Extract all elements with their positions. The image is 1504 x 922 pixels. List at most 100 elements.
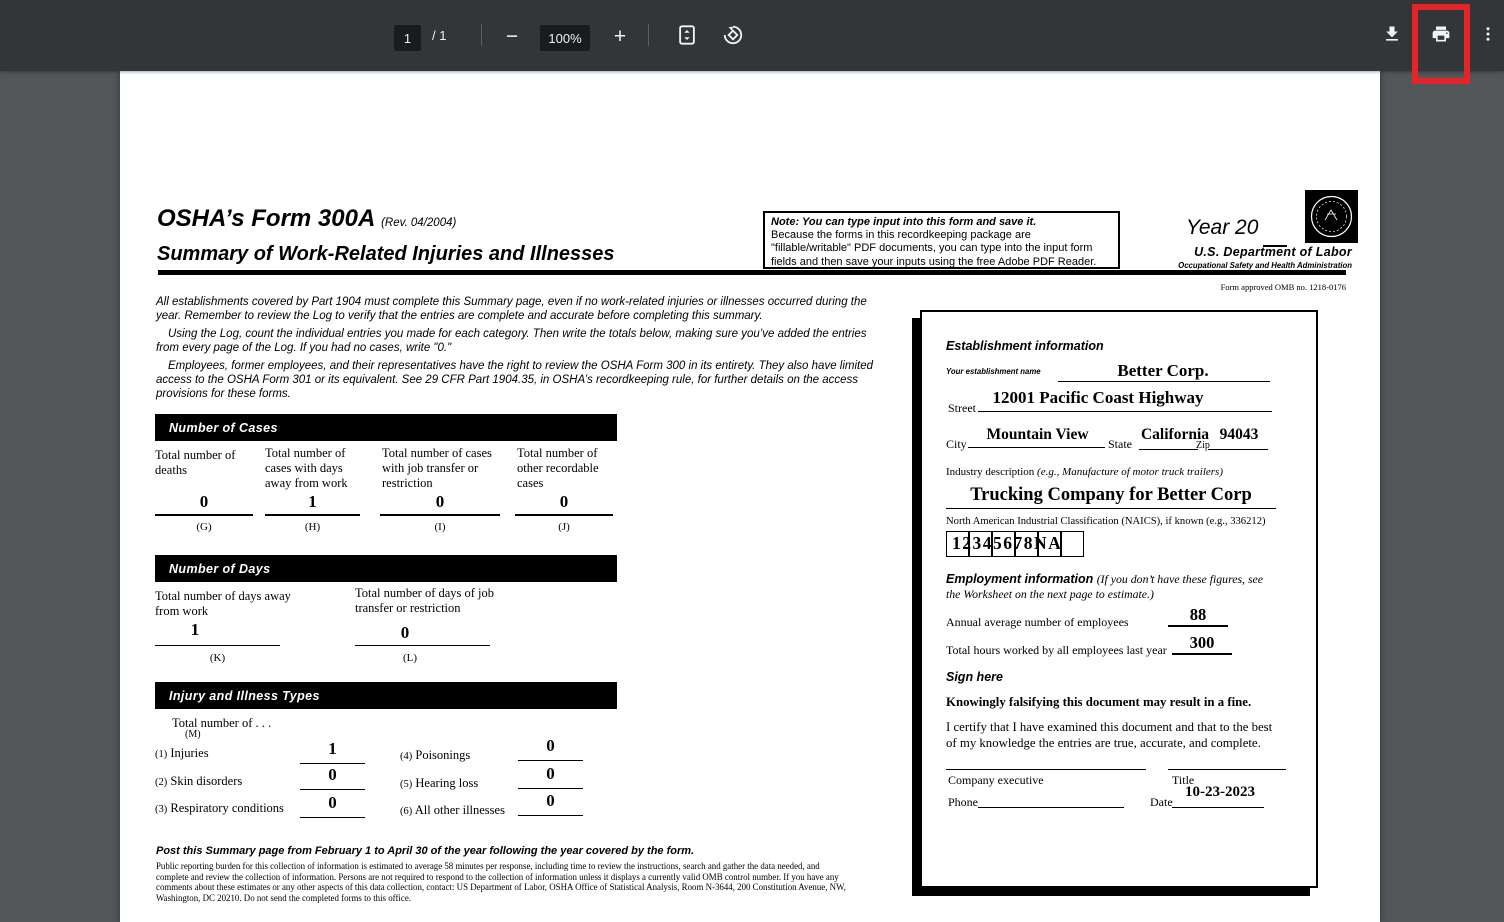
field-underline (978, 396, 1272, 412)
city-label: City (946, 437, 967, 452)
zoom-in-button[interactable]: + (606, 22, 634, 50)
days-code-K: (K) (155, 652, 280, 664)
field-underline (968, 432, 1105, 448)
cases-col-label: Total number of deaths (155, 448, 255, 478)
days-underline (155, 631, 280, 646)
pdf-viewer-window: 1 / 1 − 100% + (0, 0, 1504, 922)
industry-label: Industry description (e.g., Manufacture … (946, 466, 1223, 478)
sign-here-header: Sign here (946, 670, 1003, 684)
form-title-text: OSHA’s Form 300A (157, 205, 374, 232)
plus-icon: + (614, 26, 626, 47)
cases-underline (380, 501, 500, 516)
type-item-num: (2) (155, 777, 167, 788)
days-col-label: Total number of days away from work (155, 589, 295, 619)
cases-code-I: (I) (380, 521, 500, 533)
type-item-num: (3) (155, 804, 167, 815)
zoom-out-button[interactable]: − (498, 22, 526, 50)
pdf-toolbar: 1 / 1 − 100% + (0, 0, 1504, 71)
type-item-num: (1) (155, 749, 167, 760)
establishment-name-label: Your establishment name (946, 367, 1041, 376)
employment-header: Employment information (If you don’t hav… (946, 572, 1270, 602)
industry-label-text: Industry description (946, 466, 1037, 478)
type-item-label: (6) All other illnesses (400, 803, 505, 819)
print-button-highlight-box (1412, 4, 1470, 84)
date-line (1172, 793, 1264, 808)
date-label: Date (1150, 795, 1173, 810)
field-underline (1168, 612, 1228, 627)
days-underline (355, 631, 490, 646)
state-label: State (1108, 437, 1132, 452)
fit-page-button[interactable] (672, 22, 702, 50)
phone-line[interactable] (978, 793, 1124, 808)
cases-col-label: Total number of cases with days away fro… (265, 446, 371, 491)
intro-paragraph-1: All establishments covered by Part 1904 … (156, 295, 882, 324)
more-menu-button[interactable] (1474, 21, 1502, 49)
section-header-injury-types: Injury and Illness Types (155, 682, 617, 709)
cases-col-label: Total number of other recordable cases (517, 446, 617, 491)
days-code-L: (L) (355, 652, 465, 664)
phone-label: Phone (948, 795, 978, 810)
naics-cell (1061, 531, 1084, 557)
osha-admin-line: Occupational Safety and Health Administr… (1132, 261, 1352, 270)
type-item-label: (4) Poisonings (400, 748, 470, 764)
section-header-number-of-cases: Number of Cases (155, 414, 617, 441)
form-title: OSHA’s Form 300A (Rev. 04/2004) (157, 205, 456, 233)
naics-label: North American Industrial Classification… (946, 516, 1296, 527)
form-subtitle: Summary of Work-Related Injuries and Ill… (157, 243, 615, 266)
field-underline (946, 492, 1276, 509)
cases-underline (265, 501, 360, 516)
type-underline (300, 749, 365, 764)
page-count-label: / 1 (432, 28, 446, 43)
type-item-text: Hearing loss (415, 776, 478, 790)
type-item-label: (1) Injuries (155, 746, 209, 762)
download-button[interactable] (1378, 21, 1406, 49)
state-value[interactable]: California (1136, 426, 1214, 444)
naics-value[interactable]: 12345678NA (952, 533, 1062, 554)
toolbar-divider (648, 24, 649, 46)
type-item-text: Injuries (170, 746, 208, 760)
cases-code-H: (H) (265, 521, 360, 533)
download-icon (1382, 24, 1402, 47)
type-item-label: (2) Skin disorders (155, 774, 242, 790)
form-revision: (Rev. 04/2004) (381, 217, 456, 229)
certify-statement: I certify that I have examined this docu… (946, 720, 1282, 751)
rotate-button[interactable] (718, 22, 748, 50)
page-number-input[interactable]: 1 (394, 25, 421, 51)
type-underline (300, 775, 365, 790)
company-executive-label: Company executive (948, 773, 1044, 788)
intro-paragraph-3: Employees, former employees, and their r… (156, 359, 882, 402)
type-item-text: Respiratory conditions (170, 801, 284, 815)
field-underline (1172, 640, 1232, 655)
year-label: Year 20 (1186, 216, 1258, 240)
types-intro-code: (M) (185, 729, 201, 740)
type-item-label: (3) Respiratory conditions (155, 801, 284, 817)
type-item-num: (4) (400, 751, 412, 762)
naics-boxes[interactable]: 12345678NA (946, 531, 1106, 557)
more-vertical-icon (1479, 25, 1497, 46)
employees-label: Annual average number of employees (946, 615, 1129, 630)
type-item-text: Poisonings (415, 748, 470, 762)
type-item-text: Skin disorders (170, 774, 242, 788)
intro-paragraphs: All establishments covered by Part 1904 … (156, 295, 882, 402)
title-line[interactable] (1168, 755, 1286, 770)
signature-line[interactable] (946, 755, 1146, 770)
type-underline (300, 803, 365, 818)
type-item-num: (6) (400, 806, 412, 817)
omb-approval: Form approved OMB no. 1218-0176 (1146, 282, 1346, 292)
zoom-level[interactable]: 100% (540, 25, 590, 51)
note-box: Note: You can type input into this form … (763, 211, 1120, 269)
field-underline (1208, 434, 1268, 450)
falsify-warning: Knowingly falsifying this document may r… (946, 695, 1251, 710)
establishment-header: Establishment information (946, 339, 1104, 353)
field-underline (1058, 367, 1270, 382)
street-label: Street (948, 401, 976, 416)
type-underline (518, 774, 583, 789)
fit-page-icon (676, 24, 698, 49)
header-rule (158, 270, 1346, 275)
section-header-number-of-days: Number of Days (155, 555, 617, 582)
hours-label: Total hours worked by all employees last… (946, 643, 1167, 658)
cases-col-label: Total number of cases with job transfer … (382, 446, 502, 491)
rotate-counterclockwise-icon (722, 24, 744, 49)
type-underline (518, 746, 583, 761)
pdf-page: OSHA’s Form 300A (Rev. 04/2004) Summary … (120, 71, 1380, 922)
